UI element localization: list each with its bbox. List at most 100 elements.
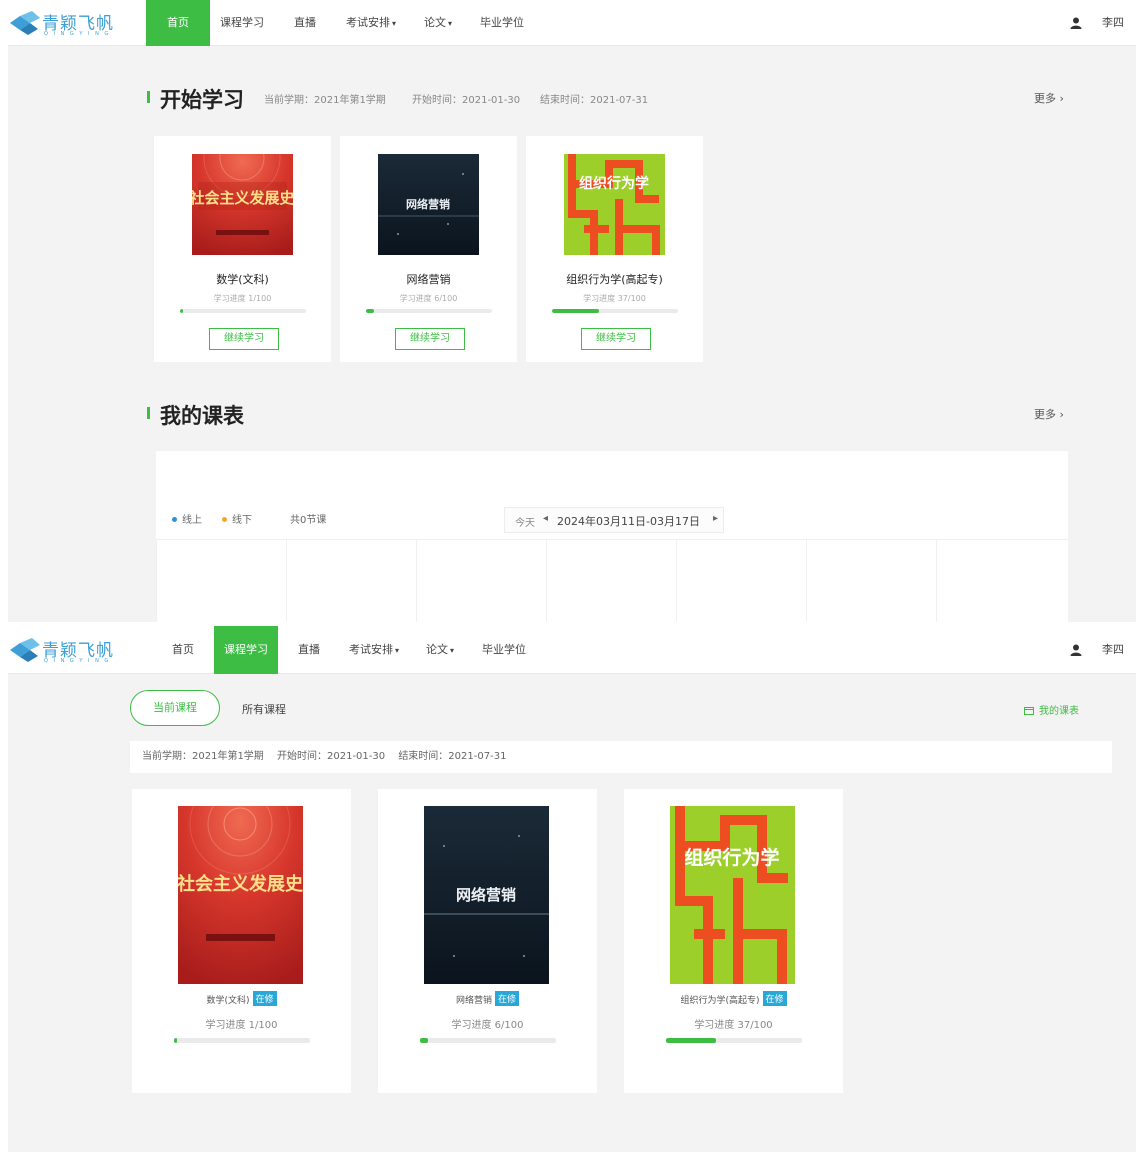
course-name: 网络营销: [455, 996, 492, 1006]
user-icon[interactable]: [1070, 17, 1082, 29]
progress-fill: [180, 309, 183, 313]
continue-learning-button[interactable]: 继续学习: [581, 328, 651, 350]
course-study-screenshot: 青颖飞帆 Q I N G Y I N G 首页 课程学习 直播 考试安排 ▾ 论文…: [8, 626, 1136, 1152]
progress-bar: [666, 1038, 802, 1043]
legend-online-label: 线上: [182, 515, 202, 526]
my-schedule-link[interactable]: 我的课表: [1024, 702, 1079, 717]
nav-live[interactable]: 直播: [298, 626, 320, 674]
course-name: 数学(文科): [216, 273, 269, 286]
user-name[interactable]: 李四: [1102, 626, 1124, 674]
top-navbar: 青颖飞帆 Q I N G Y I N G 首页 课程学习 直播 考试安排 ▾ 论文…: [8, 0, 1136, 46]
progress-fill: [666, 1038, 717, 1043]
cover-title: 社会主义发展史: [178, 873, 303, 895]
chevron-down-icon: ▾: [392, 19, 397, 28]
course-name-line: 组织行为学(高起专) 在修: [624, 991, 843, 1006]
nav-live-label: 直播: [294, 16, 316, 29]
course-cover: 网络营销: [424, 806, 549, 984]
tab-all-courses[interactable]: 所有课程: [242, 701, 286, 717]
user-name[interactable]: 李四: [1102, 0, 1124, 46]
course-card[interactable]: 组织行为学 组织行为学(高起专) 学习进度 37/100 继续学习: [526, 136, 703, 362]
schedule-column: [286, 539, 416, 622]
online-dot-icon: [172, 517, 177, 522]
green-cover-icon: 组织行为学: [670, 806, 795, 984]
legend-offline-label: 线下: [232, 515, 252, 526]
nav-live[interactable]: 直播: [294, 0, 316, 46]
nav-graduation[interactable]: 毕业学位: [480, 0, 524, 46]
nav-thesis[interactable]: 论文 ▾: [426, 626, 454, 674]
progress-bar: [552, 309, 678, 313]
cover-title: 网络营销: [456, 886, 516, 904]
nav-exam-label: 考试安排: [349, 643, 393, 656]
progress-text: 学习进度 1/100: [205, 1020, 278, 1031]
section-marker: [147, 407, 150, 419]
my-schedule-label: 我的课表: [1039, 706, 1079, 717]
course-card[interactable]: 社会主义发展史 数学(文科) 在修 学习进度 1/100: [132, 789, 351, 1093]
course-card[interactable]: 网络营销 网络营销 学习进度 6/100 继续学习: [340, 136, 517, 362]
progress-text: 学习进度 6/100: [399, 294, 458, 303]
offline-dot-icon: [222, 517, 227, 522]
course-card[interactable]: 组织行为学 组织行为学(高起专) 在修 学习进度 37/100: [624, 789, 843, 1093]
nav-live-label: 直播: [298, 643, 320, 656]
progress-bar: [180, 309, 306, 313]
nav-graduation[interactable]: 毕业学位: [482, 626, 526, 674]
progress-fill: [366, 309, 374, 313]
next-week-icon[interactable]: ▸: [713, 513, 718, 524]
nav-thesis-label: 论文: [426, 643, 448, 656]
continue-learning-button[interactable]: 继续学习: [209, 328, 279, 350]
progress-text: 学习进度 6/100: [451, 1020, 524, 1031]
continue-learning-button[interactable]: 继续学习: [395, 328, 465, 350]
logo[interactable]: 青颖飞帆 Q I N G Y I N G: [8, 635, 118, 667]
today-button[interactable]: 今天: [515, 514, 535, 529]
cover-title: 网络营销: [406, 197, 450, 211]
logo[interactable]: 青颖飞帆 Q I N G Y I N G: [8, 8, 118, 40]
week-navigator: 今天 ◂ 2024年03月11日-03月17日 ▸: [504, 507, 724, 533]
progress-text: 学习进度 37/100: [694, 1020, 773, 1031]
nav-graduation-label: 毕业学位: [480, 16, 524, 29]
nav-course-study[interactable]: 课程学习: [214, 626, 278, 674]
schedule-panel: 线上 线下 共0节课 今天 ◂ 2024年03月11日-03月17日 ▸: [156, 451, 1068, 622]
schedule-column: [156, 539, 286, 622]
lesson-count: 共0节课: [290, 515, 327, 526]
red-cover-icon: 社会主义发展史: [192, 154, 293, 255]
progress-text: 学习进度 1/100: [213, 294, 272, 303]
nav-course-study[interactable]: 课程学习: [220, 0, 264, 46]
progress-bar: [366, 309, 492, 313]
course-name: 网络营销: [406, 273, 451, 286]
chevron-down-icon: ▾: [395, 646, 400, 655]
top-navbar: 青颖飞帆 Q I N G Y I N G 首页 课程学习 直播 考试安排 ▾ 论文…: [8, 626, 1136, 674]
nav-home-label: 首页: [167, 16, 189, 29]
end-time: 结束时间：2021-07-31: [540, 95, 649, 106]
nav-course-study-label: 课程学习: [220, 16, 264, 29]
schedule-more-link[interactable]: 更多 ›: [1034, 406, 1064, 422]
course-cover: 网络营销: [378, 154, 479, 255]
dark-cover-icon: 网络营销: [378, 154, 479, 255]
course-name-line: 数学(文科) 在修: [132, 991, 351, 1006]
course-name: 组织行为学(高起专): [680, 996, 760, 1006]
schedule-column: [806, 539, 936, 622]
course-card[interactable]: 社会主义发展史 数学(文科) 学习进度 1/100 继续学习: [154, 136, 331, 362]
term-info-bar: 当前学期：2021年第1学期 开始时间：2021-01-30 结束时间：2021…: [130, 741, 1112, 773]
tab-current-courses[interactable]: 当前课程: [130, 690, 220, 726]
nav-exam[interactable]: 考试安排 ▾: [346, 0, 396, 46]
course-name: 组织行为学(高起专): [566, 273, 663, 286]
nav-thesis[interactable]: 论文 ▾: [424, 0, 452, 46]
logo-icon: [10, 11, 40, 35]
schedule-column: [936, 539, 1068, 622]
nav-home[interactable]: 首页: [146, 0, 210, 46]
my-schedule-title: 我的课表: [160, 404, 244, 428]
red-cover-icon: 社会主义发展史: [178, 806, 303, 984]
user-icon[interactable]: [1070, 644, 1082, 656]
status-badge: 在修: [252, 991, 277, 1006]
nav-home[interactable]: 首页: [172, 626, 194, 674]
progress-fill: [420, 1038, 429, 1043]
course-name-line: 网络营销 在修: [378, 991, 597, 1006]
chevron-down-icon: ▾: [450, 646, 455, 655]
cover-title: 社会主义发展史: [192, 189, 293, 207]
course-card[interactable]: 网络营销 网络营销 在修 学习进度 6/100: [378, 789, 597, 1093]
week-range: 2024年03月11日-03月17日: [557, 515, 700, 528]
nav-exam[interactable]: 考试安排 ▾: [349, 626, 399, 674]
prev-week-icon[interactable]: ◂: [543, 513, 548, 524]
logo-subtext: Q I N G Y I N G: [44, 658, 111, 664]
dark-cover-icon: 网络营销: [424, 806, 549, 984]
more-link[interactable]: 更多 ›: [1034, 90, 1064, 106]
